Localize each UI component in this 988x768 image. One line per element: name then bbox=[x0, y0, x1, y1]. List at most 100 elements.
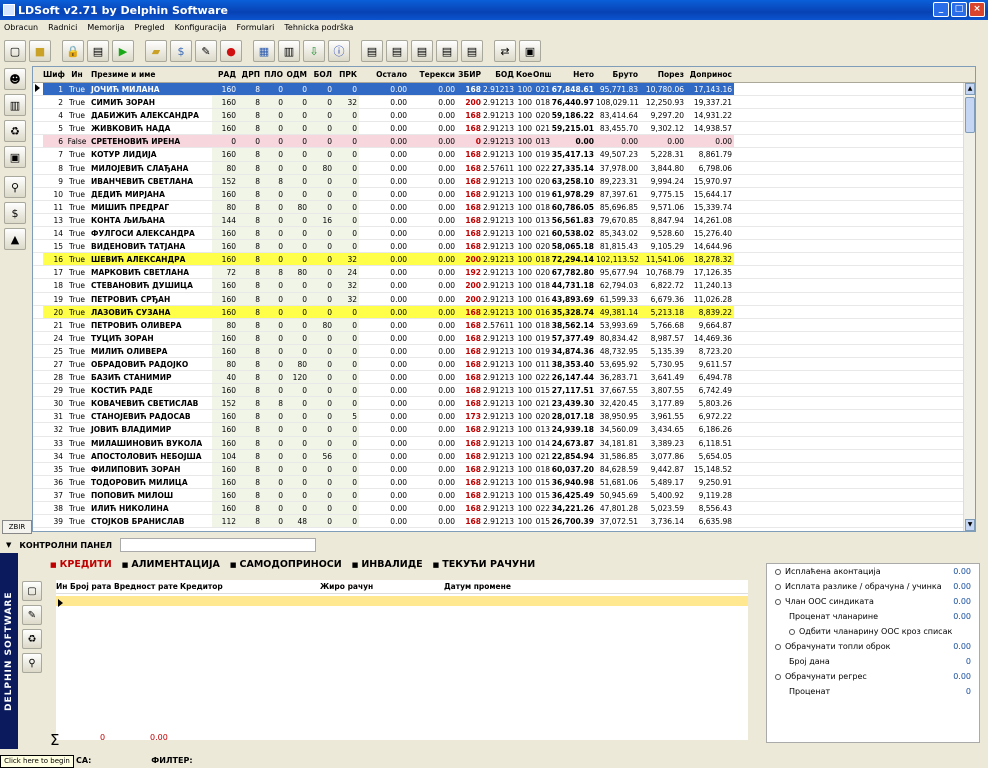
folder-icon[interactable]: ■ bbox=[29, 40, 51, 62]
scroll-thumb[interactable] bbox=[965, 97, 975, 133]
table-row[interactable]: 28 True БАЗИЋ СТАНИМИР 40 8 0 120 0 0 0.00 0.00 168… bbox=[33, 371, 975, 385]
table-row[interactable]: 7 True КОТУР ЛИДИЈА 160 8 0 0 0 0 0.00 0.00 168 2.91… bbox=[33, 148, 975, 162]
table-row[interactable]: 9 True ИВАНЧЕВИЋ СВЕТЛАНА 152 8 8 0 0 0 0.00 0.00 1… bbox=[33, 174, 975, 188]
col-header-4[interactable]: РАД bbox=[212, 67, 238, 82]
table-row[interactable]: 31 True СТАНОЈЕВИЋ РАДОСАВ 160 8 0 0 0 5 0.00 0.00… bbox=[33, 410, 975, 424]
document-icon[interactable]: ▦ bbox=[253, 40, 275, 62]
col-header-1[interactable]: Шиф. bbox=[43, 67, 65, 82]
col-header-5[interactable]: ДРП bbox=[238, 67, 262, 82]
col-header-11[interactable]: Терекси bbox=[409, 67, 457, 82]
table-row[interactable]: 18 True СТЕВАНОВИЋ ДУШИЦА 160 8 0 0 0 32 0.00 0.00… bbox=[33, 279, 975, 293]
table-row[interactable]: 4 True ДАБИЖИЋ АЛЕКСАНДРА 160 8 0 0 0 0 0.00 0.00 1… bbox=[33, 109, 975, 123]
monitor-icon[interactable]: ▣ bbox=[519, 40, 541, 62]
menu-formulari[interactable]: Formulari bbox=[237, 23, 275, 32]
edit-record-icon[interactable]: ✎ bbox=[22, 605, 42, 625]
chevron-down-icon[interactable]: ▼ bbox=[6, 541, 11, 549]
table-row[interactable]: 15 True ВИДЕНОВИЋ ТАТЈАНА 160 8 0 0 0 0 0.00 0.00 1… bbox=[33, 240, 975, 254]
col-header-8[interactable]: БОЛ bbox=[309, 67, 334, 82]
col-header-13[interactable]: БОД bbox=[483, 67, 516, 82]
table-row[interactable]: 34 True АПОСТОЛОВИЋ НЕБОЈША 104 8 0 0 56 0 0.00 0.… bbox=[33, 449, 975, 463]
table-row[interactable]: 32 True ЈОВИЋ ВЛАДИМИР 160 8 0 0 0 0 0.00 0.00 168 2… bbox=[33, 423, 975, 437]
recycle-icon[interactable]: ♻ bbox=[22, 629, 42, 649]
table-row[interactable]: 21 True ПЕТРОВИЋ ОЛИВЕРА 80 8 0 0 80 0 0.00 0.00 16… bbox=[33, 318, 975, 332]
col-header-19[interactable]: Доприноc bbox=[686, 67, 734, 82]
table-row[interactable]: 14 True ФУЛГОСИ АЛЕКСАНДРА 160 8 0 0 0 0 0.00 0.00… bbox=[33, 227, 975, 241]
menu-radnici[interactable]: Radnici bbox=[48, 23, 77, 32]
menu-memorija[interactable]: Memorija bbox=[87, 23, 124, 32]
menu-obracun[interactable]: Obracun bbox=[4, 23, 38, 32]
table-row[interactable]: 11 True МИШИЋ ПРЕДРАГ 80 8 0 80 0 0 0.00 0.00 168 2.… bbox=[33, 200, 975, 214]
option-row[interactable]: Обрачунати топли оброк 0.00 bbox=[767, 639, 979, 654]
report4-icon[interactable]: ▤ bbox=[436, 40, 458, 62]
table-row[interactable]: 37 True ПОПОВИЋ МИЛОШ 160 8 0 0 0 0 0.00 0.00 168 2.… bbox=[33, 488, 975, 502]
record-icon[interactable]: ● bbox=[220, 40, 242, 62]
export-icon[interactable]: ⇩ bbox=[303, 40, 325, 62]
table-row[interactable]: 2 True СИМИЋ ЗОРАН 160 8 0 0 0 32 0.00 0.00 200 2.91… bbox=[33, 96, 975, 110]
col-header-14[interactable]: Коеф bbox=[516, 67, 533, 82]
lock-icon[interactable]: 🔒 bbox=[62, 40, 84, 62]
option-row[interactable]: Одбити чланарину ООС кроз списак bbox=[767, 624, 979, 639]
table-row[interactable]: 6 False СРЕТЕНОВИЋ ИРЕНА 0 0 0 0 0 0 0.00 0.00 0 2.9… bbox=[33, 135, 975, 149]
table-row[interactable]: 38 True ИЛИЋ НИКОЛИНА 160 8 0 0 0 0 0.00 0.00 168 2.… bbox=[33, 502, 975, 516]
table-row[interactable]: 1 True ЈОЧИЋ МИЛАНА 160 8 0 0 0 0 0.00 0.00 168 2.91… bbox=[33, 83, 975, 97]
col-header-6[interactable]: ПЛО bbox=[262, 67, 285, 82]
table-row[interactable]: 10 True ДЕДИЋ МИРЈАНА 160 8 0 0 0 0 0.00 0.00 168 2.… bbox=[33, 187, 975, 201]
table-row[interactable]: 36 True ТОДОРОВИЋ МИЛИЦА 160 8 0 0 0 0 0.00 0.00 16… bbox=[33, 475, 975, 489]
menu-konfiguracija[interactable]: Konfiguracija bbox=[175, 23, 227, 32]
vertical-scrollbar[interactable]: ▲ ▼ bbox=[963, 83, 975, 531]
table-row[interactable]: 39 True СТОЈКОВ БРАНИСЛАВ 112 8 0 48 0 0 0.00 0.00… bbox=[33, 515, 975, 529]
edit-icon[interactable]: ✎ bbox=[195, 40, 217, 62]
menu-pregled[interactable]: Pregled bbox=[135, 23, 165, 32]
new-record-icon[interactable]: ▢ bbox=[22, 581, 42, 601]
calculator-icon[interactable]: ▤ bbox=[87, 40, 109, 62]
printer-icon[interactable]: ▥ bbox=[278, 40, 300, 62]
network-icon[interactable]: ⇄ bbox=[494, 40, 516, 62]
menu-tehnicka-podrska[interactable]: Tehnicka podrška bbox=[284, 23, 353, 32]
play-icon[interactable]: ▶ bbox=[112, 40, 134, 62]
tab-samodoprinosi[interactable]: САМОДОПРИНОСИ bbox=[230, 559, 342, 570]
table-row[interactable]: 25 True МИЛИЋ ОЛИВЕРА 160 8 0 0 0 0 0.00 0.00 168 2.… bbox=[33, 344, 975, 358]
col-header-10[interactable]: Остало bbox=[359, 67, 409, 82]
stamp-icon[interactable]: ▲ bbox=[4, 228, 26, 250]
control-panel-input[interactable] bbox=[120, 538, 317, 552]
option-row[interactable]: Исплаћена аконтација 0.00 bbox=[767, 564, 979, 579]
option-row[interactable]: Члан ООС синдиката 0.00 bbox=[767, 594, 979, 609]
table-row[interactable]: 19 True ПЕТРОВИЋ СРЂАН 160 8 0 0 0 32 0.00 0.00 200… bbox=[33, 292, 975, 306]
table-row[interactable]: 8 True МИЛОЈЕВИЋ СЛАЂАНА 80 8 0 0 80 0 0.00 0.00 16… bbox=[33, 161, 975, 175]
radio-icon[interactable] bbox=[789, 628, 795, 635]
tab-alimentacija[interactable]: АЛИМЕНТАЦИЈА bbox=[122, 559, 220, 570]
col-header-16[interactable]: Нето bbox=[551, 67, 596, 82]
report5-icon[interactable]: ▤ bbox=[461, 40, 483, 62]
table-row[interactable]: 17 True МАРКОВИЋ СВЕТЛАНА 72 8 8 80 0 24 0.00 0.00… bbox=[33, 266, 975, 280]
col-header-15[interactable]: Опш bbox=[533, 67, 551, 82]
box-icon[interactable]: ▣ bbox=[4, 146, 26, 168]
option-row[interactable]: Обрачунати регрес 0.00 bbox=[767, 669, 979, 684]
person-icon[interactable]: ☻ bbox=[4, 68, 26, 90]
table-row[interactable]: 16 True ШЕВИЋ АЛЕКСАНДРА 160 8 0 0 0 32 0.00 0.00 2… bbox=[33, 253, 975, 267]
money-icon[interactable]: $ bbox=[4, 202, 26, 224]
report3-icon[interactable]: ▤ bbox=[411, 40, 433, 62]
scroll-down-icon[interactable]: ▼ bbox=[965, 519, 975, 531]
tab-invalide[interactable]: ИНВАЛИДЕ bbox=[352, 559, 422, 570]
table-row[interactable]: 20 True ЛАЗОВИЋ СУЗАНА 160 8 0 0 0 0 0.00 0.00 168 2… bbox=[33, 305, 975, 319]
printer-icon[interactable]: ▥ bbox=[4, 94, 26, 116]
tab-krediti[interactable]: КРЕДИТИ bbox=[50, 559, 112, 570]
report2-icon[interactable]: ▤ bbox=[386, 40, 408, 62]
recycle-icon[interactable]: ♻ bbox=[4, 120, 26, 142]
info-icon[interactable]: ⓘ bbox=[328, 40, 350, 62]
col-header-17[interactable]: Бруто bbox=[596, 67, 640, 82]
table-row[interactable]: 35 True ФИЛИПОВИЋ ЗОРАН 160 8 0 0 0 0 0.00 0.00 168… bbox=[33, 462, 975, 476]
table-row[interactable]: 5 True ЖИВКОВИЋ НАДА 160 8 0 0 0 0 0.00 0.00 168 2.9… bbox=[33, 122, 975, 136]
table-row[interactable]: 27 True ОБРАДОВИЋ РАДОЈКО 80 8 0 80 0 0 0.00 0.00 1… bbox=[33, 357, 975, 372]
minimize-button[interactable]: _ bbox=[933, 2, 949, 17]
zbir-button[interactable]: ZBIR bbox=[2, 520, 32, 534]
new-icon[interactable]: ▢ bbox=[4, 40, 26, 62]
table-row[interactable]: 24 True ТУЦИЋ ЗОРАН 160 8 0 0 0 0 0.00 0.00 168 2.91… bbox=[33, 331, 975, 345]
table-row[interactable]: 29 True КОСТИЋ РАДЕ 160 8 0 0 0 0 0.00 0.00 168 2.91… bbox=[33, 384, 975, 398]
radio-icon[interactable] bbox=[775, 568, 781, 575]
credits-new-row[interactable] bbox=[56, 596, 748, 607]
radio-icon[interactable] bbox=[775, 673, 781, 680]
report1-icon[interactable]: ▤ bbox=[361, 40, 383, 62]
col-header-9[interactable]: ПРК bbox=[334, 67, 359, 82]
col-header-12[interactable]: ЗБИР bbox=[457, 67, 483, 82]
